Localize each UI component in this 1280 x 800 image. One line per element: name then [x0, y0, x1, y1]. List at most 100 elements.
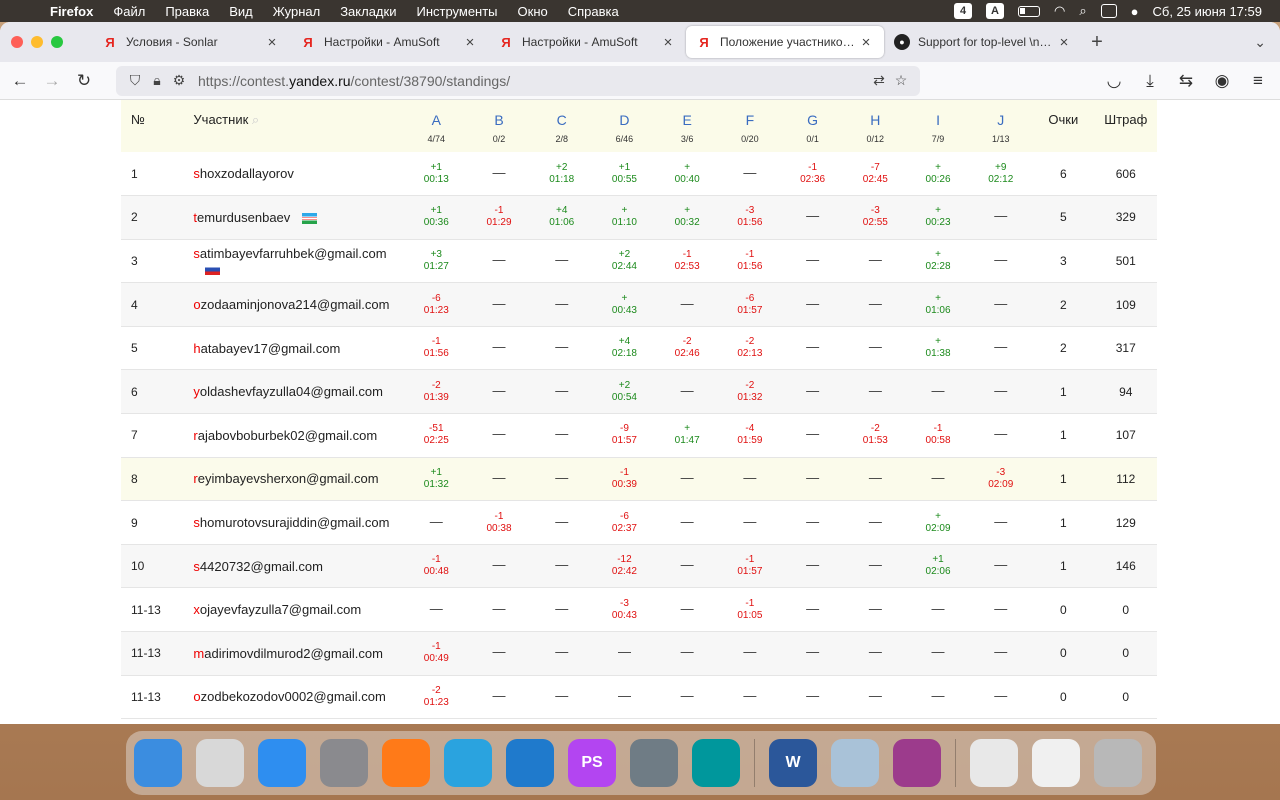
result-cell[interactable]: -1 00:38	[467, 500, 531, 545]
participant-name[interactable]: shoxzodallayorov	[183, 152, 405, 197]
result-cell[interactable]: -2 01:32	[718, 369, 782, 415]
result-cell[interactable]: -1 01:56	[404, 326, 468, 371]
dock-finder-icon[interactable]	[134, 739, 182, 787]
result-cell[interactable]: -3 02:55	[843, 195, 907, 240]
app-menu-icon[interactable]: ≡	[1242, 65, 1274, 97]
result-cell[interactable]: —	[781, 500, 844, 545]
result-cell[interactable]: —	[969, 413, 1033, 458]
pocket-icon[interactable]: ◡	[1098, 65, 1130, 97]
result-cell[interactable]: -6 01:23	[404, 282, 468, 327]
participant-name[interactable]: satimbayevfarruhbek@gmail.com	[183, 239, 405, 284]
permissions-icon[interactable]: ⚙	[168, 72, 190, 89]
result-cell[interactable]: —	[530, 675, 594, 720]
result-cell[interactable]: +00:23	[906, 195, 970, 240]
siri-icon[interactable]: ●	[1131, 4, 1139, 19]
control-center-icon[interactable]	[1100, 4, 1117, 18]
result-cell[interactable]: +00:32	[655, 195, 719, 240]
result-cell[interactable]: +2 01:18	[530, 152, 594, 197]
result-cell[interactable]: +1 01:32	[404, 457, 468, 502]
problem-letter[interactable]: B	[468, 112, 531, 128]
result-cell[interactable]: —	[530, 282, 594, 327]
result-cell[interactable]: —	[467, 152, 531, 197]
result-cell[interactable]: -1 02:36	[781, 152, 844, 197]
result-cell[interactable]: —	[969, 282, 1033, 327]
dock-vscode-icon[interactable]	[506, 739, 554, 787]
problem-header-j[interactable]: J 1/13	[969, 100, 1033, 152]
result-cell[interactable]: +2 00:54	[593, 369, 656, 415]
result-cell[interactable]: —	[843, 369, 907, 415]
result-cell[interactable]: —	[593, 675, 656, 720]
result-cell[interactable]: —	[467, 369, 531, 415]
result-cell[interactable]: -2 01:39	[404, 369, 468, 415]
result-cell[interactable]: +9 02:12	[969, 152, 1033, 197]
result-cell[interactable]: +3 01:27	[404, 239, 468, 284]
result-cell[interactable]: +01:10	[593, 195, 656, 240]
result-cell[interactable]: —	[906, 675, 970, 720]
forward-button[interactable]: →	[36, 65, 68, 97]
result-cell[interactable]: —	[843, 587, 907, 633]
dock-safari-icon[interactable]	[258, 739, 306, 787]
dock-doc-window-2-icon[interactable]	[1032, 739, 1080, 787]
result-cell[interactable]: +1 00:55	[593, 152, 656, 197]
result-cell[interactable]: —	[655, 457, 719, 502]
problem-header-e[interactable]: E 3/6	[655, 100, 719, 152]
result-cell[interactable]: —	[843, 631, 907, 676]
problem-letter[interactable]: F	[719, 112, 782, 128]
result-cell[interactable]: -1 01:29	[467, 195, 531, 240]
result-cell[interactable]: -9 01:57	[593, 413, 656, 458]
result-cell[interactable]: —	[655, 544, 719, 589]
problem-letter[interactable]: E	[656, 112, 719, 128]
problem-letter[interactable]: A	[405, 112, 468, 128]
menu-bookmarks[interactable]: Закладки	[330, 4, 406, 19]
back-button[interactable]: ←	[4, 65, 36, 97]
participant-name[interactable]: reyimbayevsherxon@gmail.com	[183, 457, 405, 502]
wifi-icon[interactable]: ◠	[1054, 3, 1065, 19]
menu-help[interactable]: Справка	[558, 4, 629, 19]
result-cell[interactable]: —	[781, 587, 844, 633]
result-cell[interactable]: —	[843, 457, 907, 502]
result-cell[interactable]: —	[718, 631, 782, 676]
participant-name[interactable]: ozodbekozodov0002@gmail.com	[183, 675, 405, 720]
dock-launchpad-icon[interactable]	[196, 739, 244, 787]
result-cell[interactable]: —	[843, 544, 907, 589]
participant-name[interactable]: ozodaaminjonova214@gmail.com	[183, 282, 405, 327]
result-cell[interactable]: —	[781, 239, 844, 284]
result-cell[interactable]: —	[969, 631, 1033, 676]
close-window-button[interactable]	[11, 36, 23, 48]
result-cell[interactable]: +4 01:06	[530, 195, 594, 240]
participant-name[interactable]: xojayevfayzulla7@gmail.com	[183, 587, 405, 633]
result-cell[interactable]: —	[467, 544, 531, 589]
menu-view[interactable]: Вид	[219, 4, 263, 19]
translate-extension-icon[interactable]: ⇆	[1170, 65, 1202, 97]
result-cell[interactable]: -1 00:58	[906, 413, 970, 458]
result-cell[interactable]: +02:28	[906, 239, 970, 284]
minimize-window-button[interactable]	[31, 36, 43, 48]
zoom-window-button[interactable]	[51, 36, 63, 48]
result-cell[interactable]: —	[467, 239, 531, 284]
problem-header-c[interactable]: C 2/8	[530, 100, 594, 152]
result-cell[interactable]: —	[906, 631, 970, 676]
participant-name[interactable]: s4420732@gmail.com	[183, 544, 405, 589]
result-cell[interactable]: +01:47	[655, 413, 719, 458]
translate-page-icon[interactable]: ⇄	[868, 72, 890, 89]
result-cell[interactable]: —	[467, 413, 531, 458]
result-cell[interactable]: —	[530, 239, 594, 284]
tab-github-support[interactable]: ● Support for top-level \newline a ×	[884, 26, 1082, 58]
result-cell[interactable]: —	[969, 239, 1033, 284]
result-cell[interactable]: —	[404, 500, 468, 545]
result-cell[interactable]: -12 02:42	[593, 544, 656, 589]
result-cell[interactable]: —	[530, 500, 594, 545]
search-icon[interactable]: ⌕	[252, 112, 259, 127]
dock-sequel-icon[interactable]	[630, 739, 678, 787]
result-cell[interactable]: —	[530, 326, 594, 371]
result-cell[interactable]: +00:40	[655, 152, 719, 197]
tab-conditions-sonlar[interactable]: Я Условия - Sonlar ×	[92, 26, 290, 58]
menubar-clock[interactable]: Сб, 25 июня 17:59	[1152, 4, 1262, 19]
tab-settings-amusoft-2[interactable]: Я Настройки - AmuSoft ×	[488, 26, 686, 58]
result-cell[interactable]: —	[781, 631, 844, 676]
result-cell[interactable]: —	[781, 457, 844, 502]
result-cell[interactable]: —	[655, 369, 719, 415]
result-cell[interactable]: —	[530, 369, 594, 415]
result-cell[interactable]: —	[655, 587, 719, 633]
result-cell[interactable]: +2 02:44	[593, 239, 656, 284]
